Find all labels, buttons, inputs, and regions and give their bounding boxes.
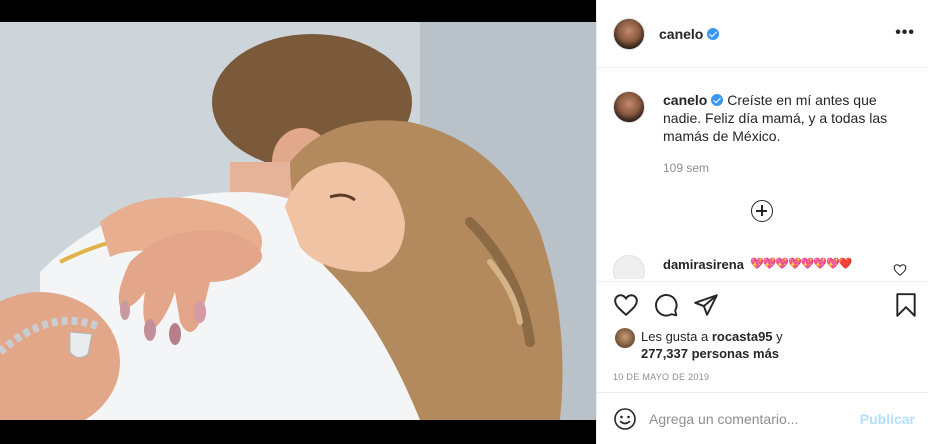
- comment-text: 💖💖💖💖💖💖💖❤️: [749, 258, 853, 270]
- more-options-icon[interactable]: •••: [895, 24, 915, 42]
- author-username[interactable]: canelo: [659, 26, 703, 42]
- post-date: 10 DE MAYO DE 2019: [613, 372, 710, 382]
- post-photo-illustration: [0, 22, 596, 420]
- caption-timestamp[interactable]: 109 sem: [663, 161, 709, 175]
- comment-icon[interactable]: [653, 292, 679, 318]
- post-photo[interactable]: [0, 22, 596, 420]
- comment-input[interactable]: [649, 406, 849, 432]
- post-header: canelo •••: [597, 0, 928, 68]
- post-actions: Les gusta a rocasta95 y 277,337 personas…: [597, 281, 928, 391]
- post-panel: canelo ••• canelo Creíste en mí antes qu…: [596, 0, 928, 444]
- caption: canelo Creíste en mí antes que nadie. Fe…: [613, 91, 913, 145]
- likes-summary: Les gusta a rocasta95 y: [641, 329, 783, 344]
- caption-username[interactable]: canelo: [663, 92, 707, 108]
- caption-text-block: canelo Creíste en mí antes que nadie. Fe…: [663, 91, 913, 145]
- liker-username[interactable]: rocasta95: [712, 329, 773, 344]
- likes-count[interactable]: 277,337 personas más: [641, 346, 779, 361]
- send-icon[interactable]: [693, 292, 719, 318]
- bookmark-icon[interactable]: [893, 292, 919, 318]
- add-comment-bar: Publicar: [597, 392, 928, 444]
- verified-badge-icon: [711, 94, 724, 106]
- post-media: [0, 0, 596, 444]
- comment-username[interactable]: damirasirena: [663, 257, 744, 272]
- comments-section: canelo Creíste en mí antes que nadie. Fe…: [597, 69, 928, 279]
- liker-avatar[interactable]: [615, 328, 635, 348]
- publish-button[interactable]: Publicar: [860, 411, 915, 427]
- author-avatar[interactable]: [613, 17, 645, 50]
- comment-item: damirasirena 💖💖💖💖💖💖💖❤️: [613, 255, 913, 279]
- comment-like-heart-icon[interactable]: [893, 263, 907, 277]
- emoji-icon[interactable]: [613, 407, 637, 431]
- heart-icon[interactable]: [613, 292, 639, 318]
- comment-avatar[interactable]: [613, 255, 645, 279]
- likes-suffix: y: [772, 329, 783, 344]
- verified-badge-icon: [707, 27, 720, 40]
- likes-prefix: Les gusta a: [641, 329, 712, 344]
- plus-circle-icon[interactable]: [751, 200, 773, 222]
- caption-avatar[interactable]: [613, 91, 645, 123]
